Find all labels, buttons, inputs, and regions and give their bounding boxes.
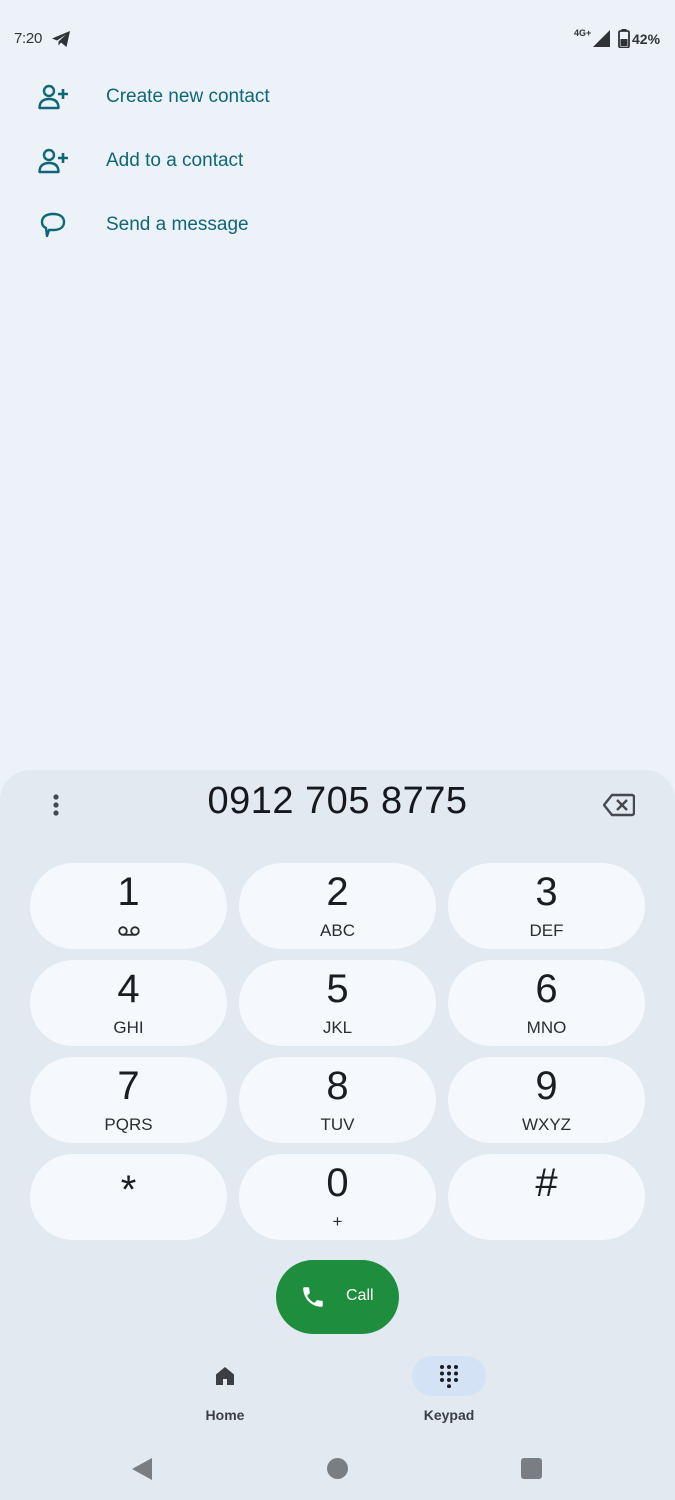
key-star[interactable]: * bbox=[30, 1154, 227, 1240]
contact-actions-list: Create new contact Add to a contact Send… bbox=[0, 65, 675, 257]
key-letters: + bbox=[332, 1212, 343, 1231]
recents-icon[interactable] bbox=[521, 1458, 542, 1479]
dialer-sheet: 0912 705 8775 1 2 ABC 3 DEF 4 GHI 5 JKL … bbox=[0, 770, 675, 1500]
key-9[interactable]: 9 WXYZ bbox=[448, 1057, 645, 1143]
key-digit: 0 bbox=[326, 1161, 349, 1205]
add-person-icon bbox=[38, 84, 68, 110]
key-8[interactable]: 8 TUV bbox=[239, 1057, 436, 1143]
nav-keypad[interactable]: Keypad bbox=[389, 1350, 509, 1430]
key-1[interactable]: 1 bbox=[30, 863, 227, 949]
keypad-icon bbox=[440, 1365, 458, 1388]
key-0[interactable]: 0 + bbox=[239, 1154, 436, 1240]
action-label: Send a message bbox=[106, 214, 249, 235]
system-navigation-bar bbox=[0, 1440, 675, 1500]
key-4[interactable]: 4 GHI bbox=[30, 960, 227, 1046]
key-letters: PQRS bbox=[104, 1115, 153, 1134]
key-digit: 9 bbox=[535, 1064, 558, 1108]
key-letters: WXYZ bbox=[521, 1115, 572, 1134]
key-digit: 3 bbox=[535, 870, 558, 914]
battery-icon bbox=[618, 29, 630, 48]
add-to-contact-action[interactable]: Add to a contact bbox=[0, 129, 675, 193]
key-digit: 5 bbox=[326, 967, 349, 1011]
backspace-icon[interactable] bbox=[603, 793, 635, 817]
key-letters: GHI bbox=[113, 1018, 144, 1037]
action-label: Add to a contact bbox=[106, 150, 244, 171]
add-person-icon bbox=[38, 148, 68, 174]
dialer-screen: 7:20 4G+ 42% Create new contact Add to a… bbox=[0, 0, 675, 1500]
create-new-contact-action[interactable]: Create new contact bbox=[0, 65, 675, 129]
key-3[interactable]: 3 DEF bbox=[448, 863, 645, 949]
key-letters: ABC bbox=[320, 921, 355, 940]
home-icon bbox=[216, 1367, 234, 1385]
phone-icon bbox=[303, 1287, 323, 1307]
message-bubble-icon bbox=[40, 212, 66, 238]
voicemail-icon bbox=[118, 926, 140, 936]
nav-label: Keypad bbox=[423, 1407, 475, 1423]
home-button-icon[interactable] bbox=[327, 1458, 348, 1479]
action-label: Create new contact bbox=[106, 86, 270, 107]
key-digit: # bbox=[535, 1161, 558, 1205]
key-5[interactable]: 5 JKL bbox=[239, 960, 436, 1046]
key-2[interactable]: 2 ABC bbox=[239, 863, 436, 949]
send-message-action[interactable]: Send a message bbox=[0, 193, 675, 257]
key-digit: 2 bbox=[326, 870, 349, 914]
network-type-label: 4G+ bbox=[574, 28, 592, 38]
key-letters: MNO bbox=[526, 1018, 567, 1037]
status-time: 7:20 bbox=[14, 30, 42, 47]
key-letters: JKL bbox=[322, 1018, 353, 1037]
key-7[interactable]: 7 PQRS bbox=[30, 1057, 227, 1143]
key-digit: * bbox=[120, 1168, 137, 1212]
key-6[interactable]: 6 MNO bbox=[448, 960, 645, 1046]
nav-label: Home bbox=[205, 1407, 245, 1423]
key-digit: 7 bbox=[117, 1064, 140, 1108]
nav-home[interactable]: Home bbox=[165, 1350, 285, 1430]
signal-icon bbox=[593, 30, 610, 47]
bottom-navigation: Home Keypad bbox=[0, 1350, 675, 1430]
battery-percent: 42% bbox=[632, 31, 661, 47]
call-label: Call bbox=[346, 1287, 374, 1304]
call-button[interactable]: Call bbox=[276, 1260, 399, 1334]
key-digit: 1 bbox=[117, 870, 140, 914]
back-icon[interactable] bbox=[131, 1457, 153, 1481]
key-digit: 6 bbox=[535, 967, 558, 1011]
dialed-number[interactable]: 0912 705 8775 bbox=[0, 780, 675, 823]
key-digit: 8 bbox=[326, 1064, 349, 1108]
telegram-icon bbox=[52, 31, 70, 47]
key-letters: TUV bbox=[320, 1115, 355, 1134]
key-letters: DEF bbox=[529, 921, 564, 940]
key-digit: 4 bbox=[117, 967, 140, 1011]
key-hash[interactable]: # bbox=[448, 1154, 645, 1240]
